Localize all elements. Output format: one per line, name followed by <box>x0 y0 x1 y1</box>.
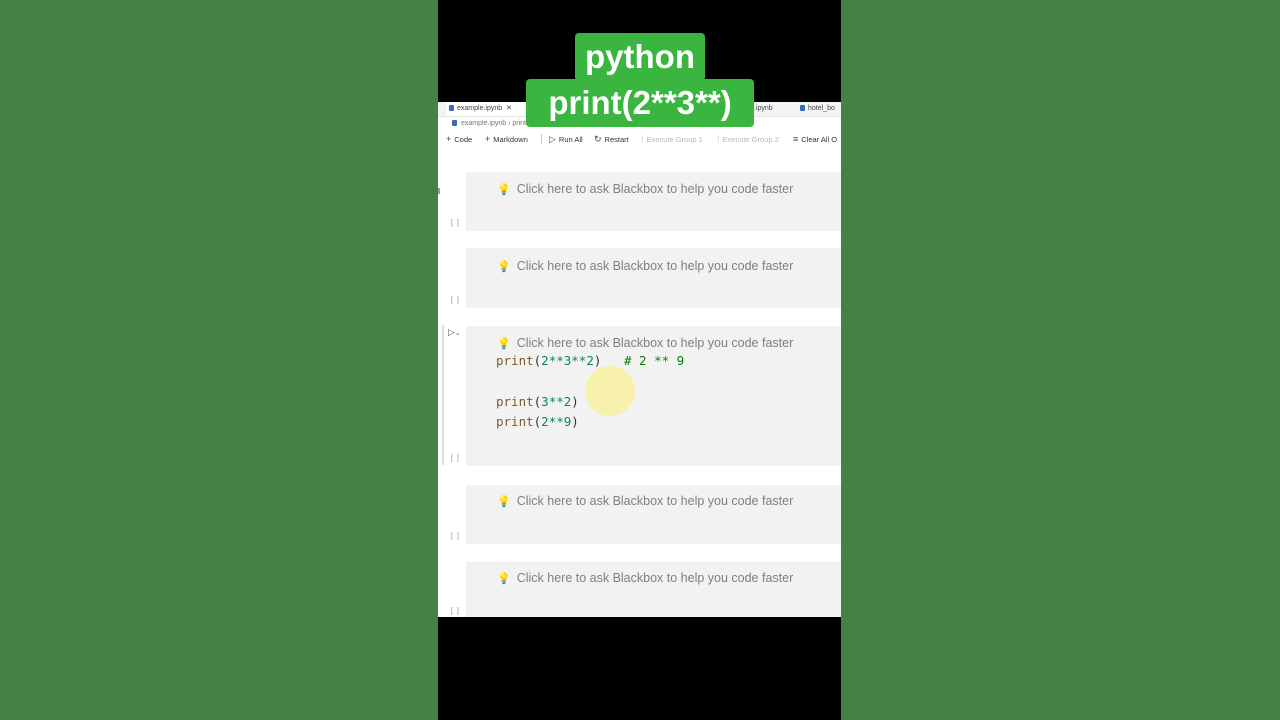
mouse-cursor-highlight <box>585 366 635 416</box>
lightbulb-icon: 💡 <box>497 184 511 196</box>
add-markdown-button[interactable]: + Markdown <box>485 133 528 145</box>
chevron-down-icon[interactable]: ⌄ <box>455 330 461 337</box>
add-code-button[interactable]: + Code <box>446 133 472 145</box>
cell-execution-marker: [ ] <box>451 297 460 304</box>
tab-ipynb[interactable]: .ipynb <box>754 102 773 116</box>
breadcrumb-file[interactable]: example.ipynb <box>461 120 506 127</box>
clear-all-outputs-button[interactable]: ≡ Clear All O <box>793 133 837 145</box>
code-line-1[interactable]: print(2**3**2) # 2 ** 9 <box>496 353 684 368</box>
notebook-icon <box>452 120 457 126</box>
restart-button[interactable]: ↻ Restart <box>594 133 629 145</box>
toolbar-divider <box>541 134 542 144</box>
notebook-icon <box>800 105 805 111</box>
execute-group-icon: ⁞ <box>717 134 720 144</box>
cell-execution-marker: [ ] <box>451 533 460 540</box>
tab-hotel-bo[interactable]: hotel_bo <box>800 102 835 116</box>
run-all-button[interactable]: ▷ Run All <box>549 133 583 145</box>
plus-icon: + <box>485 134 491 144</box>
blackbox-hint[interactable]: 💡 Click here to ask Blackbox to help you … <box>497 336 793 350</box>
breadcrumb-separator: › <box>508 120 511 127</box>
code-line-3[interactable]: print(2**9) <box>496 414 579 429</box>
lightbulb-icon: 💡 <box>497 496 511 508</box>
notebook-cell[interactable]: 💡 Click here to ask Blackbox to help you … <box>466 485 841 544</box>
execute-group-icon: ⁞ <box>641 134 644 144</box>
blackbox-hint[interactable]: 💡 Click here to ask Blackbox to help you … <box>497 494 793 508</box>
notebook-cell[interactable]: 💡 Click here to ask Blackbox to help you … <box>466 562 841 617</box>
cell-execution-marker: [ ] <box>451 608 460 615</box>
blackbox-hint[interactable]: 💡 Click here to ask Blackbox to help you … <box>497 182 793 196</box>
tab-example-ipynb[interactable]: example.ipynb ✕ <box>446 102 529 116</box>
plus-icon: + <box>446 134 452 144</box>
cell-execution-marker: [ ] <box>451 220 460 227</box>
title-overlay-line-1: python <box>575 33 705 81</box>
run-icon: ▷ <box>549 134 556 144</box>
execute-group-1-button[interactable]: ⁞ Execute Group 1 <box>641 133 703 145</box>
lightbulb-icon: 💡 <box>497 261 511 273</box>
close-tab-icon[interactable]: ✕ <box>506 105 512 112</box>
notebook-icon <box>449 105 454 111</box>
blackbox-hint[interactable]: 💡 Click here to ask Blackbox to help you … <box>497 571 793 585</box>
run-cell-icon[interactable]: ▷⌄ <box>448 327 461 338</box>
code-line-2[interactable]: print(3**2) <box>496 394 579 409</box>
notebook-toolbar: + Code + Markdown ▷ Run All ↻ Restart ⁞ Execu… <box>438 131 841 147</box>
scroll-marker <box>438 188 440 194</box>
lightbulb-icon: 💡 <box>497 573 511 585</box>
active-cell-indicator <box>442 325 444 465</box>
clear-icon: ≡ <box>793 134 799 144</box>
notebook-screen: example.ipynb ✕ .ipynb hotel_bo example.i… <box>438 102 841 617</box>
notebook-cell[interactable]: 💡 Click here to ask Blackbox to help you … <box>466 248 841 308</box>
notebook-cell-active[interactable]: 💡 Click here to ask Blackbox to help you … <box>466 326 841 466</box>
restart-icon: ↻ <box>594 134 602 144</box>
cell-execution-marker: [ ] <box>451 455 460 462</box>
lightbulb-icon: 💡 <box>497 338 511 350</box>
blackbox-hint[interactable]: 💡 Click here to ask Blackbox to help you … <box>497 259 793 273</box>
title-overlay-line-2: print(2**3**) <box>526 79 754 127</box>
execute-group-2-button[interactable]: ⁞ Execute Group 2 <box>717 133 779 145</box>
notebook-cell[interactable]: 💡 Click here to ask Blackbox to help you … <box>466 172 841 231</box>
